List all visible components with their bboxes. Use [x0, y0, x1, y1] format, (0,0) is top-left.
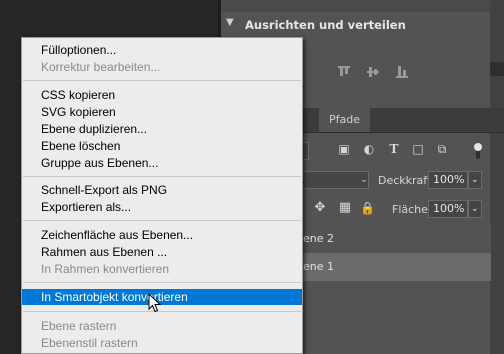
- opacity-label: Deckkraft:: [378, 174, 435, 187]
- panel-toggle-icon[interactable]: [490, 62, 504, 76]
- menu-item-convert-to-frame: In Rahmen konvertieren: [41, 262, 170, 276]
- menu-item-delete-layer[interactable]: Ebene löschen: [22, 138, 302, 154]
- menu-separator: [23, 220, 301, 221]
- lock-all-icon[interactable]: 🔒: [360, 201, 375, 215]
- align-section-title[interactable]: Ausrichten und verteilen: [245, 18, 406, 32]
- image-filter-icon[interactable]: ▣: [337, 142, 351, 156]
- type-filter-icon[interactable]: T: [387, 142, 401, 156]
- menu-separator: [23, 282, 301, 283]
- menu-separator: [23, 176, 301, 177]
- adjustment-filter-icon[interactable]: ◐: [362, 142, 376, 156]
- chevron-down-icon[interactable]: ▼: [226, 17, 234, 28]
- right-icon-strip: [490, 0, 504, 354]
- chevron-down-icon[interactable]: ⌄: [357, 173, 371, 187]
- menu-separator: [23, 311, 301, 312]
- menu-item-blending-options[interactable]: Fülloptionen...: [22, 42, 302, 58]
- menu-item-rasterize-layer: Ebene rastern: [41, 319, 117, 333]
- opacity-dropdown-button[interactable]: ⌄: [468, 171, 482, 189]
- menu-item-edit-adjustment: Korrektur bearbeiten...: [41, 60, 161, 74]
- menu-item-rasterize-layer-style: Ebenenstil rastern: [41, 336, 138, 350]
- menu-item-artboard-from-layers[interactable]: Zeichenfläche aus Ebenen...: [22, 227, 302, 243]
- mouse-pointer-icon: [148, 293, 162, 313]
- menu-item-duplicate-layer[interactable]: Ebene duplizieren...: [22, 121, 302, 137]
- menu-item-group-from-layers[interactable]: Gruppe aus Ebenen...: [22, 155, 302, 171]
- menu-item-convert-to-smart-object[interactable]: In Smartobjekt konvertieren: [22, 289, 302, 305]
- menu-item-quick-export-png[interactable]: Schnell-Export als PNG: [22, 182, 302, 198]
- fill-label: Fläche:: [392, 203, 432, 216]
- lock-artboard-icon[interactable]: ▦: [338, 201, 352, 215]
- tab-paths[interactable]: Pfade: [319, 108, 370, 132]
- shape-filter-icon[interactable]: □: [411, 142, 425, 156]
- panel-header-strip: [221, 0, 504, 12]
- fill-dropdown-button[interactable]: ⌄: [468, 200, 482, 218]
- fill-input[interactable]: 100%: [428, 200, 468, 218]
- align-top-icon[interactable]: [338, 66, 350, 78]
- align-vcenter-icon[interactable]: [367, 66, 379, 78]
- menu-item-frame-from-layers[interactable]: Rahmen aus Ebenen ...: [22, 244, 302, 260]
- menu-item-copy-css[interactable]: CSS kopieren: [22, 87, 302, 103]
- opacity-input[interactable]: 100%: [428, 171, 468, 189]
- context-menu: Fülloptionen... Korrektur bearbeiten... …: [21, 37, 303, 354]
- menu-item-copy-svg[interactable]: SVG kopieren: [22, 104, 302, 120]
- smartobject-filter-icon[interactable]: ⧉: [435, 142, 449, 156]
- filter-toggle-icon[interactable]: [473, 142, 483, 160]
- menu-separator: [23, 80, 301, 81]
- menu-item-export-as[interactable]: Exportieren als...: [22, 199, 302, 215]
- align-bottom-icon[interactable]: [396, 66, 408, 78]
- lock-position-icon[interactable]: ✥: [313, 201, 327, 215]
